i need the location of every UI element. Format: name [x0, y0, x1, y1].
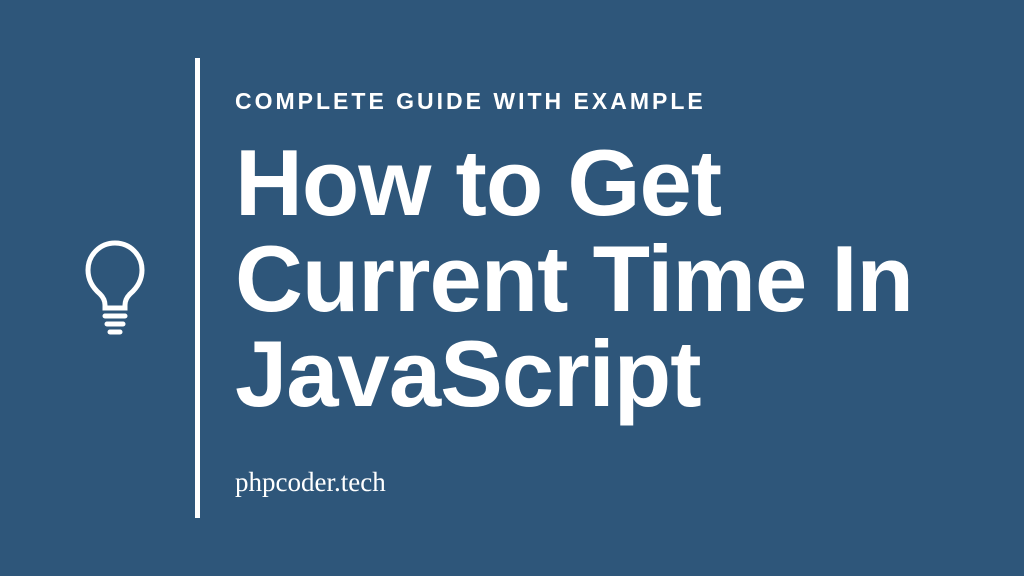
lightbulb-icon — [80, 238, 150, 338]
website-label: phpcoder.tech — [235, 467, 974, 498]
main-title: How to Get Current Time In JavaScript — [235, 135, 974, 423]
content-block: COMPLETE GUIDE WITH EXAMPLE How to Get C… — [235, 50, 974, 526]
vertical-divider — [195, 58, 200, 518]
banner-container: COMPLETE GUIDE WITH EXAMPLE How to Get C… — [0, 0, 1024, 576]
icon-wrapper — [70, 238, 160, 338]
subtitle: COMPLETE GUIDE WITH EXAMPLE — [235, 88, 974, 115]
